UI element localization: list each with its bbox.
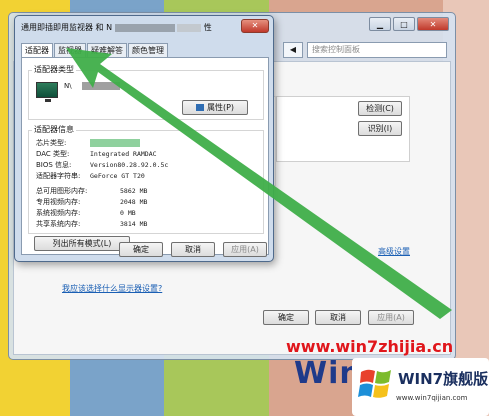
dialog-close-button[interactable]: ✕ xyxy=(241,19,269,33)
dialog-ok-button[interactable]: 确定 xyxy=(119,242,163,257)
adapter-info-label: 适配器信息 xyxy=(32,124,76,135)
mem-key: 专用视频内存: xyxy=(36,198,81,206)
windows-flag-icon xyxy=(358,369,391,398)
adapter-name: N\ xyxy=(64,82,120,90)
mem-value: 5862 MB xyxy=(120,187,148,195)
mem-row-total: 总可用图形内存: 5862 MB xyxy=(36,186,147,196)
redacted-block xyxy=(90,139,140,147)
mem-row-shared: 共享系统内存: 3814 MB xyxy=(36,219,147,229)
search-input[interactable]: 搜索控制面板 xyxy=(307,42,447,58)
info-key: BIOS 信息: xyxy=(36,161,72,169)
win7-badge: WIN7旗舰版 www.win7qijian.com xyxy=(352,358,489,416)
advanced-settings-link[interactable]: 高级设置 xyxy=(378,246,410,257)
mem-key: 系统视频内存: xyxy=(36,209,81,217)
info-row-dac: DAC 类型: Integrated RAMDAC xyxy=(36,149,157,159)
watermark-url: www.win7zhijia.cn xyxy=(286,337,454,356)
mem-row-system: 系统视频内存: 0 MB xyxy=(36,208,136,218)
dialog-apply-button[interactable]: 应用(A) xyxy=(223,242,267,257)
properties-icon xyxy=(195,104,204,111)
mem-value: 3814 MB xyxy=(120,220,148,228)
properties-button-label: 属性(P) xyxy=(206,103,235,112)
dialog-cancel-button[interactable]: 取消 xyxy=(171,242,215,257)
apply-button[interactable]: 应用(A) xyxy=(368,310,414,325)
tab-troubleshoot[interactable]: 疑难解答 xyxy=(87,43,127,57)
dialog-title-suffix: 性 xyxy=(203,23,212,32)
dialog-title-prefix: 通用即插即用监视器 和 N xyxy=(21,23,113,32)
properties-button[interactable]: 属性(P) xyxy=(182,100,248,115)
display-adapter-icon xyxy=(36,82,58,102)
redacted-block xyxy=(177,23,202,32)
ok-button[interactable]: 确定 xyxy=(263,310,309,325)
info-value: Version80.28.92.0.5c xyxy=(90,161,169,169)
mem-value: 2048 MB xyxy=(120,198,148,206)
info-value: GeForce GT T20 xyxy=(90,172,145,180)
window-controls: ▁ □ ✕ xyxy=(369,17,449,31)
adapter-properties-dialog: 通用即插即用监视器 和 N 性 ✕ 适配器 监视器 疑难解答 颜色管理 适配器类… xyxy=(14,15,274,262)
close-button[interactable]: ✕ xyxy=(417,17,449,31)
adapter-name-prefix: N\ xyxy=(64,82,72,90)
info-row-chip: 芯片类型: xyxy=(36,138,140,148)
help-display-link[interactable]: 我应该选择什么显示器设置? xyxy=(62,283,162,294)
mem-key: 总可用图形内存: xyxy=(36,187,88,195)
info-key: DAC 类型: xyxy=(36,150,70,158)
identify-button[interactable]: 识别(I) xyxy=(358,121,402,136)
badge-title: WIN7旗舰版 xyxy=(398,370,489,388)
adapter-tab-panel: 适配器类型 N\ 属性(P) 适配器信息 芯片类型: DAC 类型: Integr… xyxy=(21,57,269,255)
adapter-type-label: 适配器类型 xyxy=(32,64,76,75)
info-row-bios: BIOS 信息: Version80.28.92.0.5c xyxy=(36,160,168,170)
info-key: 适配器字符串: xyxy=(36,172,81,180)
tab-color-management[interactable]: 颜色管理 xyxy=(128,43,168,57)
dialog-tabs: 适配器 监视器 疑难解答 颜色管理 xyxy=(21,43,169,58)
dialog-title: 通用即插即用监视器 和 N 性 xyxy=(21,22,212,33)
minimize-button[interactable]: ▁ xyxy=(369,17,391,31)
list-all-modes-button[interactable]: 列出所有模式(L) xyxy=(34,236,130,251)
info-value: Integrated RAMDAC xyxy=(90,150,157,158)
redacted-block xyxy=(114,23,175,32)
mem-row-dedicated: 专用视频内存: 2048 MB xyxy=(36,197,147,207)
redacted-block xyxy=(81,82,120,90)
mem-key: 共享系统内存: xyxy=(36,220,81,228)
cancel-button[interactable]: 取消 xyxy=(315,310,361,325)
refresh-nav-button[interactable]: ◀ xyxy=(283,42,303,58)
maximize-button[interactable]: □ xyxy=(393,17,415,31)
info-row-adapter-string: 适配器字符串: GeForce GT T20 xyxy=(36,171,145,181)
tab-adapter[interactable]: 适配器 xyxy=(21,43,53,58)
detect-button[interactable]: 检测(C) xyxy=(358,101,402,116)
mem-value: 0 MB xyxy=(120,209,136,217)
tab-monitor[interactable]: 监视器 xyxy=(54,43,86,57)
badge-url: www.win7qijian.com xyxy=(396,394,468,402)
info-key: 芯片类型: xyxy=(36,139,67,147)
